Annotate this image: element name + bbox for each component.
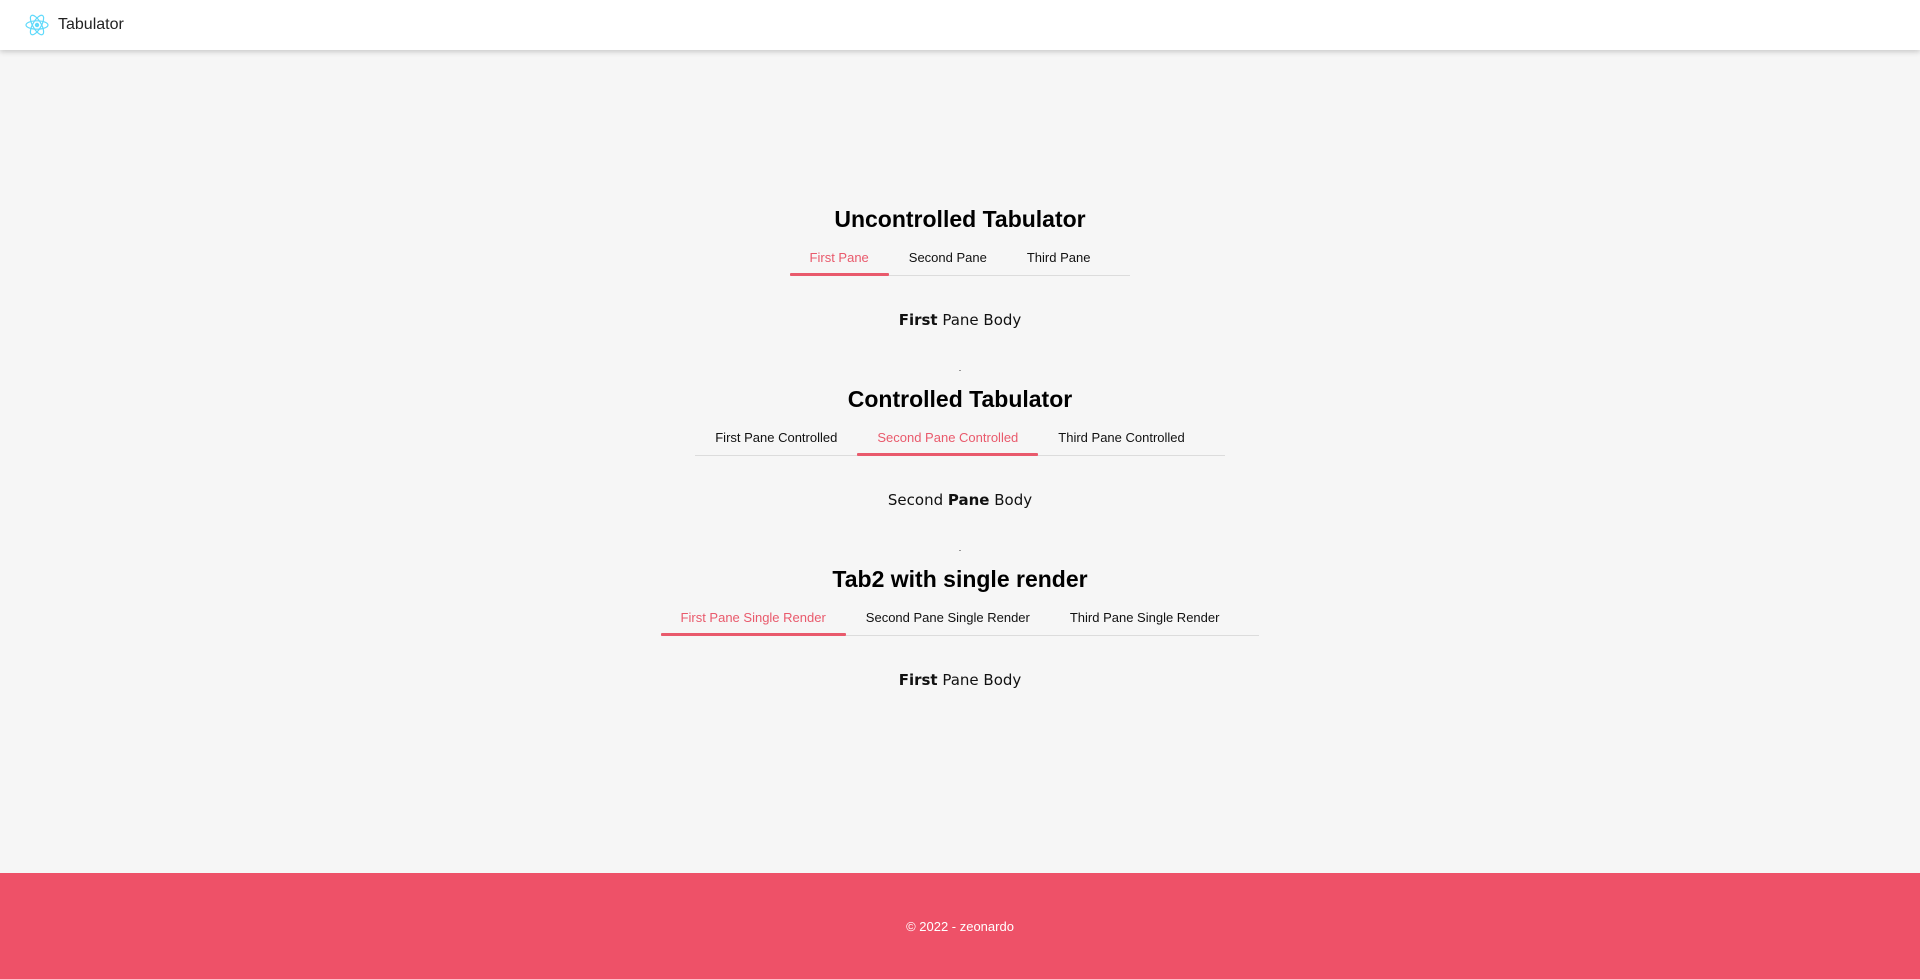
footer: © 2022 - zeonardo: [0, 873, 1920, 979]
section-title: Uncontrolled Tabulator: [834, 206, 1086, 232]
app-header: Tabulator: [0, 0, 1920, 50]
tab-third-pane-controlled[interactable]: Third Pane Controlled: [1038, 426, 1204, 455]
pane-body-text: Pane Body: [937, 671, 1022, 689]
uncontrolled-tabulator-section: Uncontrolled Tabulator First Pane Second…: [0, 204, 1920, 329]
tab-second-pane-controlled[interactable]: Second Pane Controlled: [857, 426, 1039, 456]
pane-body-bold: First: [898, 671, 938, 689]
tab-bar: First Pane Single Render Second Pane Sin…: [660, 606, 1260, 636]
section-divider: [959, 370, 961, 371]
section-title: Tab2 with single render: [832, 566, 1088, 592]
tab-first-pane-controlled[interactable]: First Pane Controlled: [695, 426, 857, 455]
tab-bar: First Pane Controlled Second Pane Contro…: [695, 426, 1225, 456]
tab-third-pane-single-render[interactable]: Third Pane Single Render: [1050, 606, 1240, 635]
pane-body-text: Pane Body: [937, 311, 1022, 329]
single-render-section: Tab2 with single render First Pane Singl…: [0, 564, 1920, 689]
tab-bar: First Pane Second Pane Third Pane: [789, 246, 1131, 276]
main-content: Uncontrolled Tabulator First Pane Second…: [0, 50, 1920, 873]
pane-body-text-pre: Second: [887, 491, 948, 509]
pane-body-text-post: Body: [989, 491, 1033, 509]
pane-body-bold: First: [898, 311, 938, 329]
tab-second-pane[interactable]: Second Pane: [889, 246, 1007, 275]
tab-first-pane[interactable]: First Pane: [789, 246, 890, 276]
pane-body: First Pane Body: [899, 311, 1022, 329]
footer-copyright: © 2022 - zeonardo: [906, 918, 1014, 934]
tab-second-pane-single-render[interactable]: Second Pane Single Render: [846, 606, 1050, 635]
tab-first-pane-single-render[interactable]: First Pane Single Render: [660, 606, 847, 636]
app-title[interactable]: Tabulator: [58, 16, 124, 34]
section-title: Controlled Tabulator: [847, 386, 1073, 412]
section-divider: [959, 550, 961, 551]
tab-third-pane[interactable]: Third Pane: [1007, 246, 1111, 275]
pane-body: Second Pane Body: [888, 491, 1032, 509]
react-atom-icon[interactable]: [24, 12, 50, 38]
pane-body-bold: Pane: [947, 491, 990, 509]
pane-body: First Pane Body: [899, 671, 1022, 689]
controlled-tabulator-section: Controlled Tabulator First Pane Controll…: [0, 384, 1920, 509]
